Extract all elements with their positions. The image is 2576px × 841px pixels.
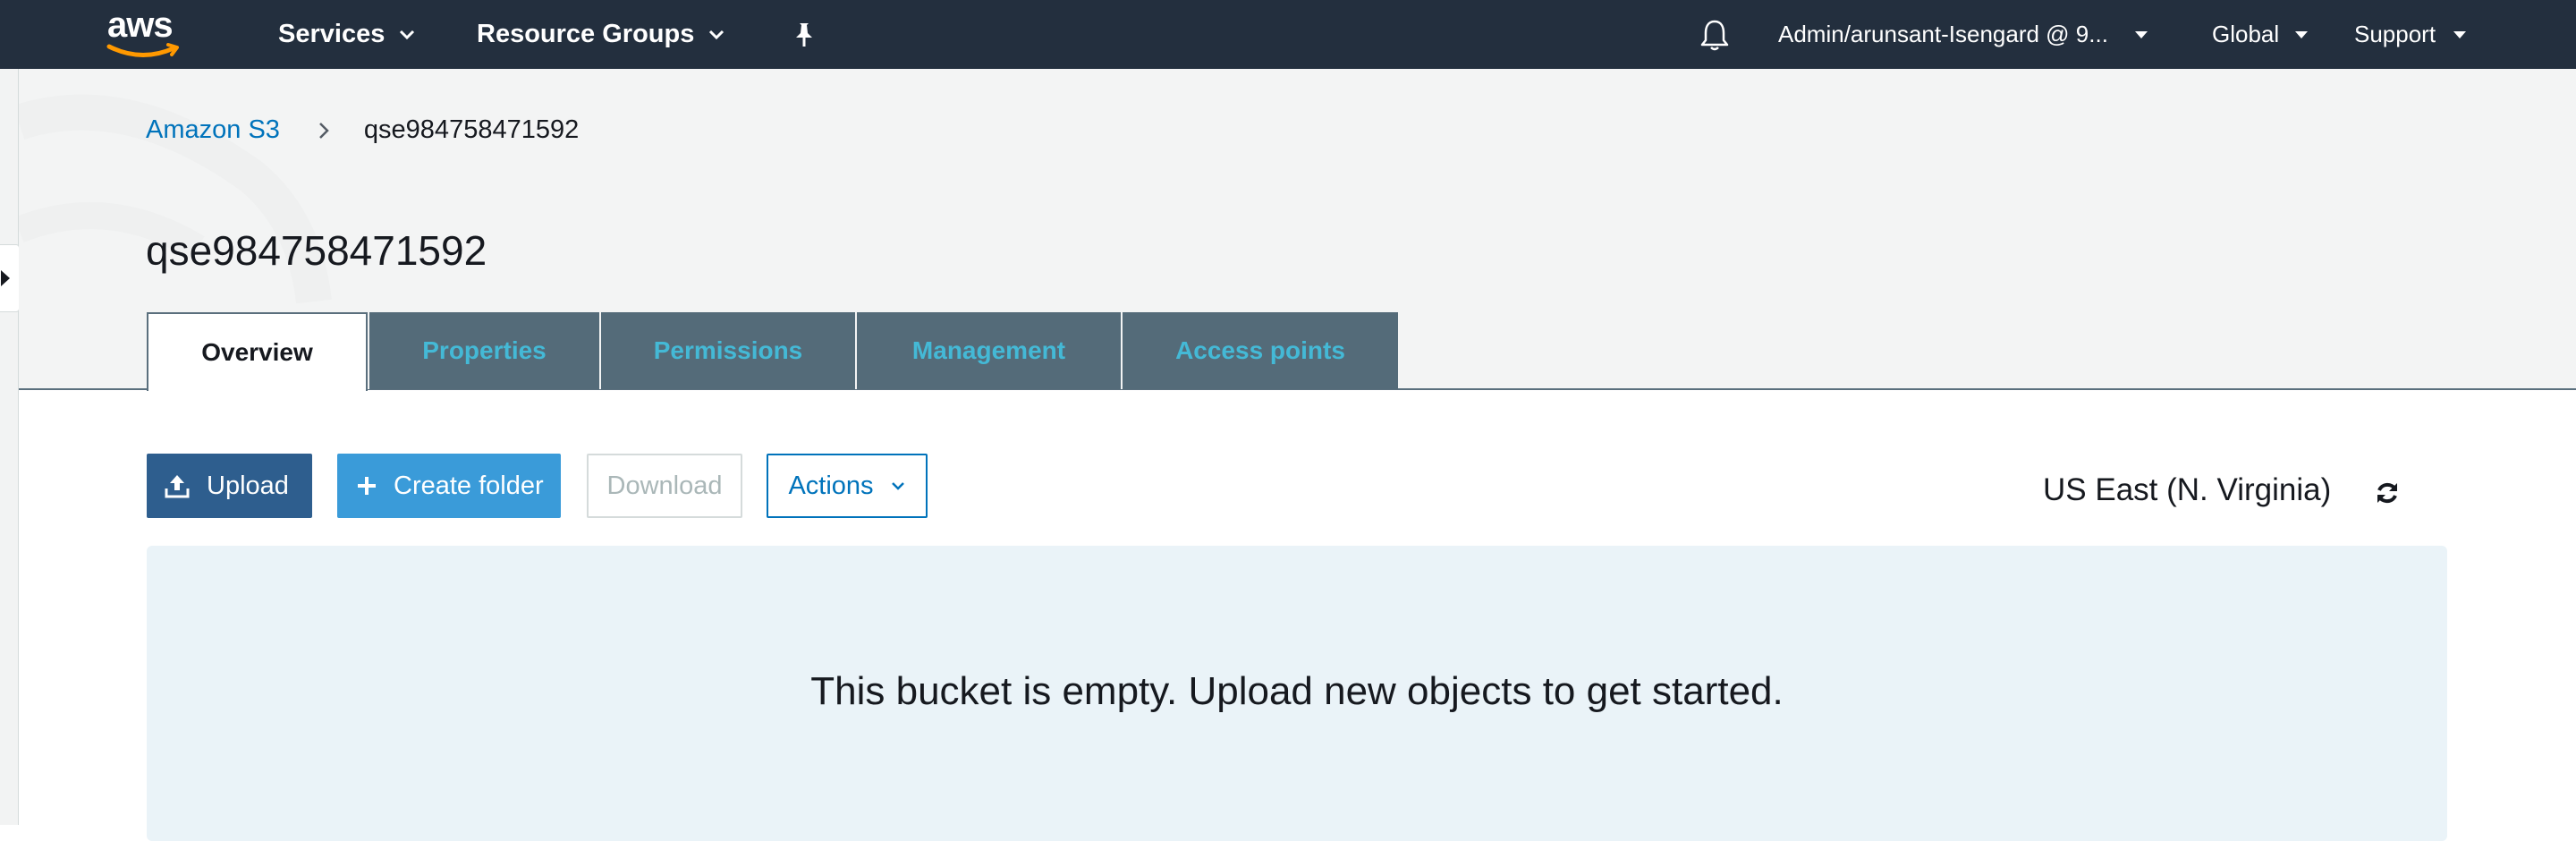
caret-down-icon xyxy=(2134,30,2148,38)
aws-logo[interactable]: aws xyxy=(106,5,186,61)
notifications-button[interactable] xyxy=(1699,0,1730,69)
top-navigation-bar: aws Services Resource Groups Admin/aruns… xyxy=(0,0,2576,69)
caret-down-icon xyxy=(2295,30,2309,38)
tab-label: Permissions xyxy=(653,336,803,364)
refresh-button[interactable] xyxy=(2374,480,2401,511)
services-label: Services xyxy=(278,20,386,48)
empty-bucket-panel: This bucket is empty. Upload new objects… xyxy=(147,546,2447,841)
chevron-down-icon xyxy=(709,30,724,39)
breadcrumb-separator xyxy=(318,121,330,140)
chevron-down-icon xyxy=(891,482,904,490)
bucket-tabs: Overview Properties Permissions Manageme… xyxy=(147,312,1398,391)
breadcrumb: Amazon S3 qse984758471592 xyxy=(146,115,579,145)
actions-label: Actions xyxy=(788,471,874,500)
breadcrumb-link-amazon-s3[interactable]: Amazon S3 xyxy=(146,115,280,145)
download-button[interactable]: Download xyxy=(587,454,742,518)
region-menu[interactable]: Global xyxy=(2212,0,2309,69)
bell-icon xyxy=(1700,20,1729,50)
actions-dropdown[interactable]: Actions xyxy=(767,454,928,518)
chevron-down-icon xyxy=(400,30,415,39)
create-folder-button[interactable]: Create folder xyxy=(337,454,561,518)
plus-icon xyxy=(358,477,376,495)
support-label: Support xyxy=(2354,21,2436,47)
download-button-label: Download xyxy=(606,471,723,500)
bucket-region: US East (N. Virginia) xyxy=(2043,472,2332,507)
account-label: Admin/arunsant-Isengard @ 9... xyxy=(1778,21,2108,47)
empty-bucket-message: This bucket is empty. Upload new objects… xyxy=(810,669,1784,713)
tab-label: Overview xyxy=(201,338,313,366)
tab-access-points[interactable]: Access points xyxy=(1121,312,1398,389)
chevron-right-icon xyxy=(319,122,329,139)
tab-overview[interactable]: Overview xyxy=(147,312,368,391)
upload-button[interactable]: Upload xyxy=(147,454,312,518)
region-menu-label: Global xyxy=(2212,21,2280,47)
resource-groups-label: Resource Groups xyxy=(477,20,695,48)
caret-down-icon xyxy=(2453,30,2467,38)
page-title: qse984758471592 xyxy=(146,227,487,274)
account-menu[interactable]: Admin/arunsant-Isengard @ 9... xyxy=(1778,0,2148,69)
breadcrumb-current: qse984758471592 xyxy=(363,115,580,144)
pin-button[interactable] xyxy=(792,0,816,69)
support-menu[interactable]: Support xyxy=(2354,0,2467,69)
s3-watermark-icon xyxy=(19,94,332,304)
expand-sidebar-button[interactable] xyxy=(0,244,20,312)
refresh-icon xyxy=(2377,482,2397,504)
tab-label: Management xyxy=(911,336,1066,364)
upload-button-label: Upload xyxy=(207,471,289,500)
tab-label: Access points xyxy=(1175,336,1345,364)
tab-properties[interactable]: Properties xyxy=(368,312,599,389)
create-folder-button-label: Create folder xyxy=(394,471,544,500)
caret-right-icon xyxy=(1,270,10,286)
upload-icon xyxy=(165,475,190,498)
tab-management[interactable]: Management xyxy=(855,312,1121,389)
side-navigation-strip xyxy=(0,69,20,825)
tab-label: Properties xyxy=(422,336,547,364)
aws-smile-icon xyxy=(106,43,179,58)
pin-icon xyxy=(796,22,812,47)
services-menu[interactable]: Services xyxy=(278,0,415,69)
tab-permissions[interactable]: Permissions xyxy=(599,312,855,389)
aws-logo-text: aws xyxy=(107,5,174,45)
resource-groups-menu[interactable]: Resource Groups xyxy=(477,0,724,69)
